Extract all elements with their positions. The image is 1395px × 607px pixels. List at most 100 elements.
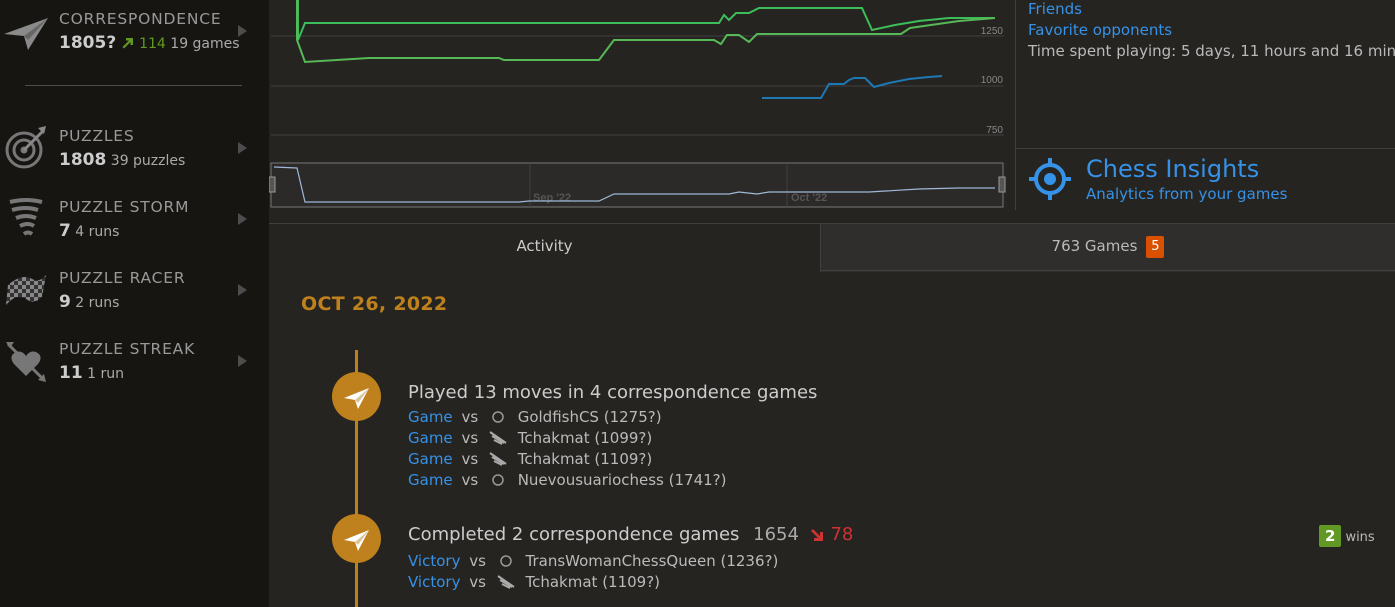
y-tick-label: 1250	[981, 26, 1004, 37]
activity-date: OCT 26, 2022	[301, 293, 448, 315]
perf-count: 2 runs	[75, 295, 120, 311]
perf-stats: 1808 39 puzzles	[59, 150, 185, 170]
navigator-handle-right[interactable]	[998, 176, 1006, 193]
wins-count: 2	[1319, 525, 1342, 547]
chess-insights-link[interactable]: Chess Insights Analytics from your games	[1016, 149, 1395, 210]
insights-title: Chess Insights	[1086, 155, 1260, 183]
crosshair-icon	[1029, 158, 1071, 200]
activity-entry-title: Completed 2 correspondence games 1654 78	[408, 524, 853, 545]
perf-name: CORRESPONDENCE	[59, 10, 222, 28]
entry-title-text: Completed 2 correspondence games	[408, 524, 740, 545]
opponent-link[interactable]: GoldfishCS (1275?)	[518, 408, 662, 426]
paper-plane-icon	[344, 388, 369, 409]
chevron-right-icon	[238, 25, 247, 37]
perf-count: 19 games	[170, 36, 240, 52]
circle-icon	[492, 474, 504, 486]
activity-entry-title: Played 13 moves in 4 correspondence game…	[408, 382, 818, 403]
game-link[interactable]: Victory	[408, 552, 460, 570]
perf-rating: 1805?	[59, 33, 117, 53]
opponent-link[interactable]: Tchakmat (1109?)	[518, 450, 653, 468]
circle-icon	[492, 411, 504, 423]
activity-game-row: Game vs GoldfishCS (1275?)	[408, 408, 662, 429]
tab-activity[interactable]: Activity	[269, 223, 821, 272]
perf-stats: 1805? 114 19 games	[59, 33, 240, 53]
rating-progress: 114	[121, 36, 171, 52]
sidebar: CORRESPONDENCE 1805? 114 19 games PUZZLE…	[0, 0, 269, 607]
progress-value: 114	[139, 36, 166, 52]
vs-text: vs	[469, 573, 486, 591]
tornado-icon	[2, 194, 50, 242]
checkered-flag-icon	[2, 265, 50, 313]
activity-game-row: Victory vs TransWomanChessQueen (1236?)	[408, 552, 778, 573]
game-link[interactable]: Game	[408, 471, 453, 489]
chart-navigator[interactable]	[270, 162, 1004, 208]
y-tick-label: 1000	[981, 75, 1004, 86]
navigator-label: Sep '22	[533, 192, 571, 204]
wins-label: wins	[1345, 530, 1375, 545]
rating-chart[interactable]: 1250 1000 750 Sep '22 Oct '22	[269, 0, 1015, 210]
entry-rating: 1654	[753, 524, 799, 545]
tab-label: 763 Games	[1051, 237, 1138, 255]
perf-puzzles[interactable]: PUZZLES 1808 39 puzzles	[0, 117, 269, 177]
tab-games[interactable]: 763 Games 5	[821, 223, 1395, 272]
wings-icon	[489, 431, 507, 445]
game-link[interactable]: Game	[408, 429, 453, 447]
game-link[interactable]: Game	[408, 450, 453, 468]
wings-icon	[497, 575, 515, 589]
time-spent-text: Time spent playing: 5 days, 11 hours and…	[1028, 42, 1395, 60]
arrow-heart-icon	[2, 336, 50, 384]
perf-stats: 7 4 runs	[59, 221, 119, 241]
series-line-storm	[762, 75, 943, 99]
profile-tabs: Activity 763 Games 5	[269, 223, 1395, 272]
perf-rating: 7	[59, 221, 71, 241]
perf-name: PUZZLE STORM	[59, 198, 190, 216]
rating-change: 78	[830, 524, 854, 545]
friends-link[interactable]: Friends	[1028, 0, 1395, 20]
perf-puzzle-racer[interactable]: PUZZLE RACER 9 2 runs	[0, 259, 269, 319]
sidebar-divider	[25, 85, 242, 86]
perf-count: 4 runs	[75, 224, 120, 240]
chevron-right-icon	[238, 213, 247, 225]
vs-text: vs	[461, 450, 479, 468]
rating-chart-svg[interactable]: 1250 1000 750 Sep '22 Oct '22	[269, 0, 1015, 210]
perf-rating: 9	[59, 292, 71, 312]
up-arrow-icon	[122, 38, 133, 49]
profile-side-links: Friends Favorite opponents Time spent pl…	[1028, 0, 1395, 62]
target-icon	[2, 123, 50, 171]
perf-count: 1 run	[87, 366, 124, 382]
correspondence-entry-icon	[332, 372, 381, 421]
game-link[interactable]: Game	[408, 408, 453, 426]
correspondence-entry-icon	[332, 514, 381, 563]
activity-game-row: Game vs Nuevousuariochess (1741?)	[408, 471, 726, 492]
down-arrow-icon	[810, 529, 823, 541]
perf-puzzle-streak[interactable]: PUZZLE STREAK 11 1 run	[0, 330, 269, 390]
opponent-link[interactable]: Nuevousuariochess (1741?)	[518, 471, 727, 489]
wings-icon	[489, 452, 507, 466]
perf-stats: 9 2 runs	[59, 292, 119, 312]
navigator-handle-left[interactable]	[269, 176, 276, 193]
vs-text: vs	[469, 552, 486, 570]
vs-text: vs	[461, 429, 479, 447]
series-line-puzzles	[296, 0, 996, 64]
perf-stats: 11 1 run	[59, 363, 124, 383]
paper-plane-icon	[2, 6, 50, 54]
perf-correspondence[interactable]: CORRESPONDENCE 1805? 114 19 games	[0, 0, 269, 60]
chevron-right-icon	[238, 355, 247, 367]
activity-game-row: Victory vs Tchakmat (1109?)	[408, 573, 660, 594]
vs-text: vs	[461, 471, 479, 489]
opponent-link[interactable]: Tchakmat (1109?)	[526, 573, 661, 591]
perf-name: PUZZLES	[59, 127, 135, 145]
paper-plane-icon	[344, 530, 369, 551]
game-link[interactable]: Victory	[408, 573, 460, 591]
perf-name: PUZZLE STREAK	[59, 340, 196, 358]
activity-game-row: Game vs Tchakmat (1109?)	[408, 450, 652, 471]
activity-game-row: Game vs Tchakmat (1099?)	[408, 429, 652, 450]
favorite-opponents-link[interactable]: Favorite opponents	[1028, 20, 1395, 41]
circle-icon	[499, 555, 512, 567]
opponent-link[interactable]: Tchakmat (1099?)	[518, 429, 653, 447]
perf-puzzle-storm[interactable]: PUZZLE STORM 7 4 runs	[0, 188, 269, 248]
vs-text: vs	[461, 408, 479, 426]
chevron-right-icon	[238, 284, 247, 296]
tab-underline	[820, 270, 1395, 271]
opponent-link[interactable]: TransWomanChessQueen (1236?)	[526, 552, 779, 570]
